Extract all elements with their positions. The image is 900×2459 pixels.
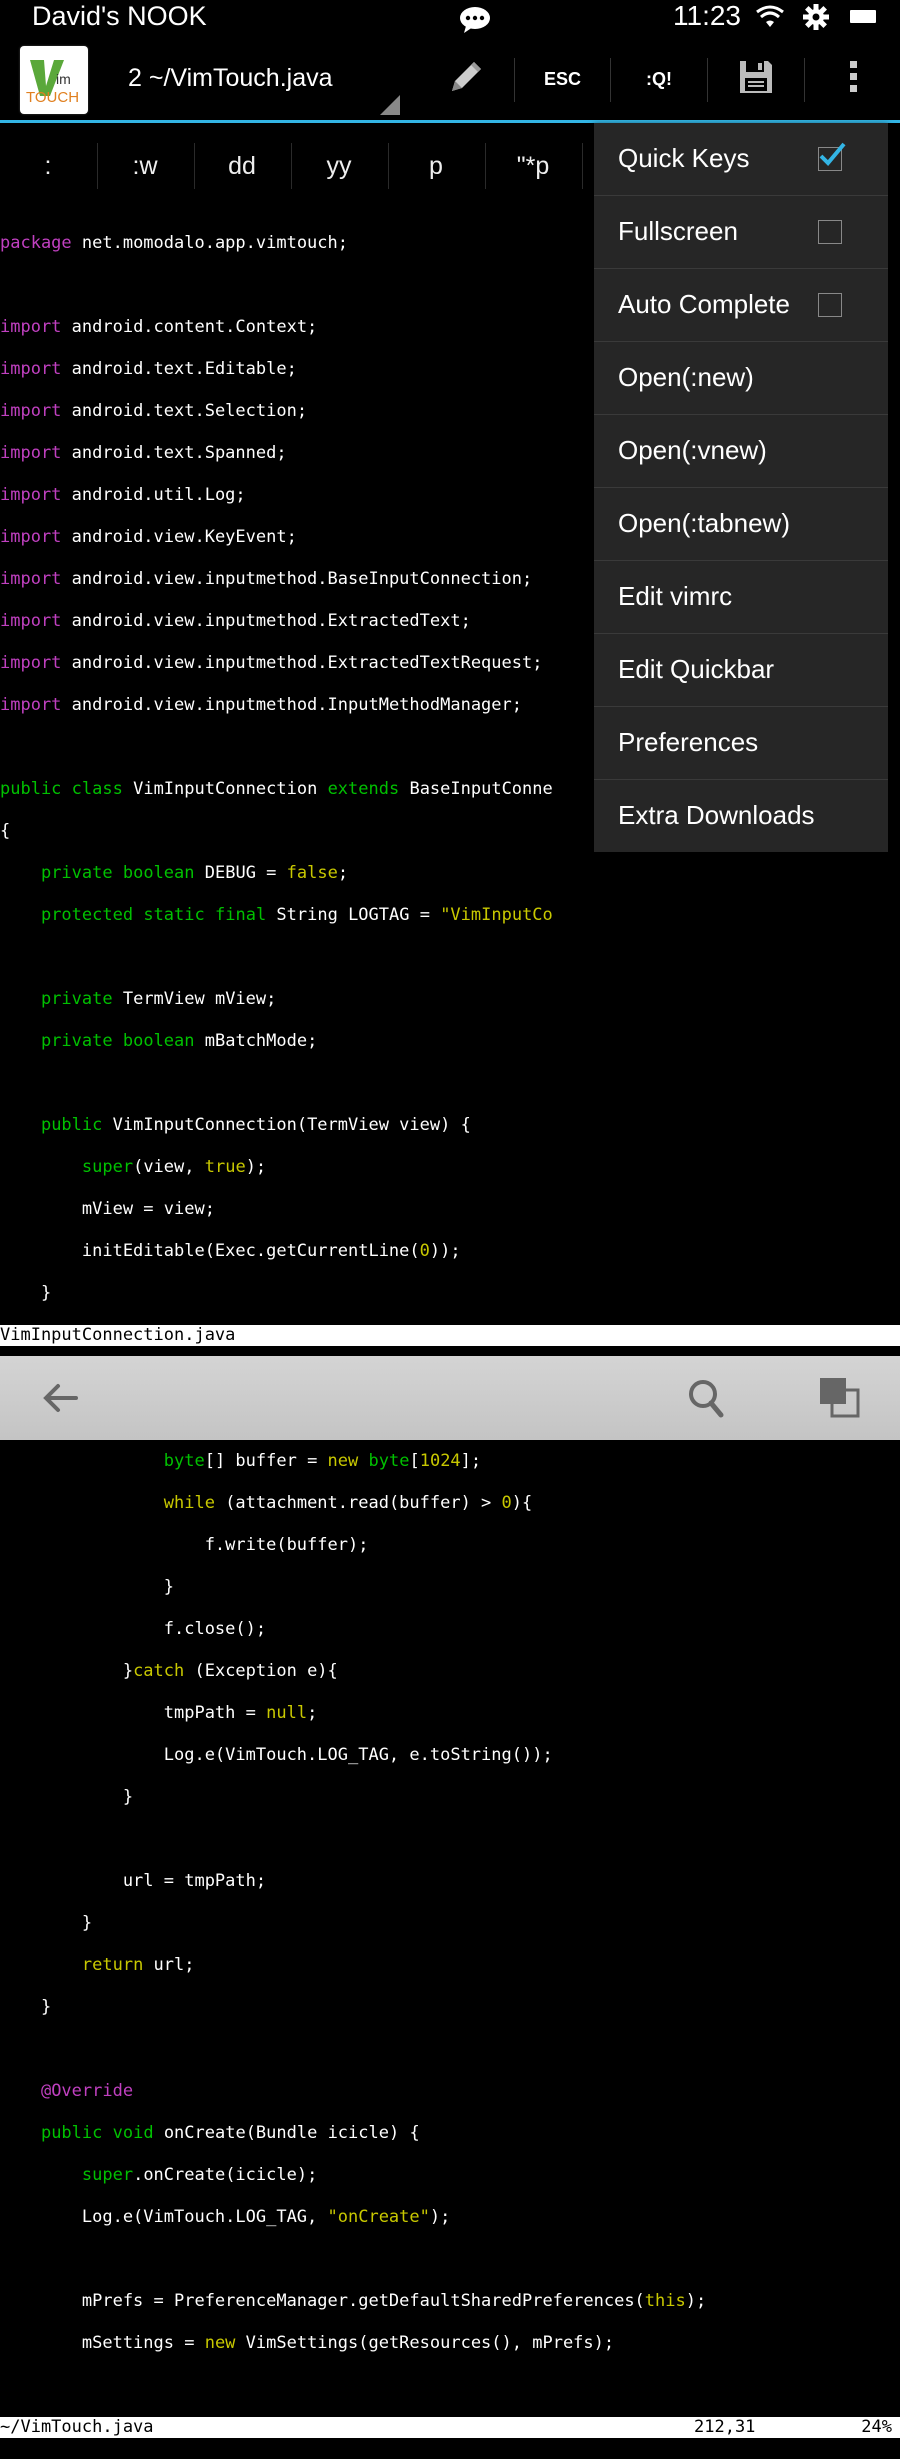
code-line: f.close(); [0,1619,267,1639]
menu-item-fullscreen[interactable]: Fullscreen [594,196,888,269]
file-spinner-title[interactable]: 2 ~/VimTouch.java [128,64,333,93]
fullscreen-checkbox[interactable] [818,220,842,244]
code-line: }catch (Exception e){ [0,1661,338,1681]
code-line: public VimInputConnection(TermView view)… [40,1115,471,1135]
overflow-menu: Quick Keys Fullscreen Auto Complete Open… [594,123,888,852]
battery-icon [850,10,876,23]
menu-item-label: Quick Keys [618,143,750,173]
code-line: return url; [81,1955,195,1975]
code-line: @Override [40,2081,134,2101]
search-icon[interactable] [686,1376,726,1425]
quick-key-dd[interactable]: dd [194,141,290,191]
code-line: } [0,1787,134,1807]
pencil-icon [446,57,486,102]
menu-item-label: Fullscreen [618,216,738,246]
check-icon [819,142,846,166]
status-cursor-position: 212,31 [694,2417,756,2437]
spinner-arrow-icon [380,95,400,115]
code-line: protected static final String LOGTAG = "… [40,905,553,925]
menu-item-label: Open(:new) [618,362,754,392]
recent-apps-icon[interactable] [818,1376,862,1425]
menu-item-edit-vimrc[interactable]: Edit vimrc [594,561,888,634]
menu-item-label: Extra Downloads [618,800,815,830]
chat-icon [458,6,492,39]
code-line: super.onCreate(icicle); [81,2165,318,2185]
quick-key-write[interactable]: :w [97,141,193,191]
auto-complete-checkbox[interactable] [818,293,842,317]
code-line: } [0,1913,93,1933]
code-line: private boolean DEBUG = false; [40,863,349,883]
edit-button[interactable] [418,38,514,120]
menu-item-extra-downloads[interactable]: Extra Downloads [594,780,888,852]
clock: 11:23 [673,0,741,31]
code-line: initEditable(Exec.getCurrentLine(0)); [0,1241,461,1261]
window-status-line: VimInputConnection.java [0,1325,900,1346]
editor-status-line: ~/VimTouch.java 212,31 24% [0,2417,900,2438]
status-scroll-percent: 24% [861,2417,892,2437]
back-icon[interactable] [40,1376,80,1425]
menu-item-edit-quickbar[interactable]: Edit Quickbar [594,634,888,707]
menu-item-auto-complete[interactable]: Auto Complete [594,269,888,342]
code-line: byte[] buffer = new byte[1024]; [163,1451,482,1471]
menu-item-quick-keys[interactable]: Quick Keys [594,123,888,196]
menu-item-label: Edit Quickbar [618,654,775,684]
wifi-icon [755,5,785,34]
quick-keys-checkbox[interactable] [818,142,846,171]
quit-label: :Q! [646,68,672,89]
code-line: f.write(buffer); [0,1535,369,1555]
quick-key-clipboard-paste[interactable]: "*p [485,141,581,191]
svg-text:im: im [56,71,71,87]
save-button[interactable] [708,38,804,120]
menu-item-open-vnew[interactable]: Open(:vnew) [594,415,888,488]
esc-label: ESC [543,68,581,89]
device-owner-label: David's NOOK [32,1,207,31]
esc-button[interactable]: ESC [515,38,610,120]
quick-key-p[interactable]: p [388,141,484,191]
overflow-icon [848,60,858,98]
code-line: public void onCreate(Bundle icicle) { [40,2123,420,2143]
quick-key-yy[interactable]: yy [291,141,387,191]
code-line: while (attachment.read(buffer) > 0){ [163,1493,533,1513]
menu-item-label: Auto Complete [618,289,790,319]
code-line: mSettings = new VimSettings(getResources… [0,2333,615,2353]
code-line: } [0,1283,52,1303]
vim-touch-logo[interactable]: im TOUCH [20,46,88,114]
save-icon [738,59,774,100]
menu-item-preferences[interactable]: Preferences [594,707,888,780]
code-line: mView = view; [0,1199,215,1219]
status-bar: David's NOOK 11:23 [0,0,900,36]
overflow-menu-button[interactable] [805,38,900,120]
code-line: tmpPath = null; [0,1703,318,1723]
code-line: url = tmpPath; [0,1871,267,1891]
code-line: Log.e(VimTouch.LOG_TAG, "onCreate"); [0,2207,451,2227]
quit-button[interactable]: :Q! [611,38,707,120]
menu-item-label: Open(:vnew) [618,435,767,465]
menu-item-label: Open(:tabnew) [618,508,790,538]
svg-text:TOUCH: TOUCH [26,89,79,106]
code-line: mPrefs = PreferenceManager.getDefaultSha… [0,2291,707,2311]
status-filename: ~/VimTouch.java [0,2417,154,2437]
code-line: super(view, true); [81,1157,267,1177]
code-line: } [0,1997,52,2017]
action-bar: im TOUCH 2 ~/VimTouch.java ESC :Q! [0,38,900,120]
quick-key-colon[interactable]: : [0,141,96,191]
code-line: private boolean mBatchMode; [40,1031,318,1051]
menu-item-open-tabnew[interactable]: Open(:tabnew) [594,488,888,561]
menu-item-label: Preferences [618,727,759,757]
code-line: } [0,1577,174,1597]
code-line: private TermView mView; [40,989,277,1009]
settings-icon [802,3,830,36]
navigation-bar [0,1356,900,1440]
menu-item-open-new[interactable]: Open(:new) [594,342,888,415]
menu-item-label: Edit vimrc [618,581,733,611]
code-line: Log.e(VimTouch.LOG_TAG, e.toString()); [0,1745,553,1765]
